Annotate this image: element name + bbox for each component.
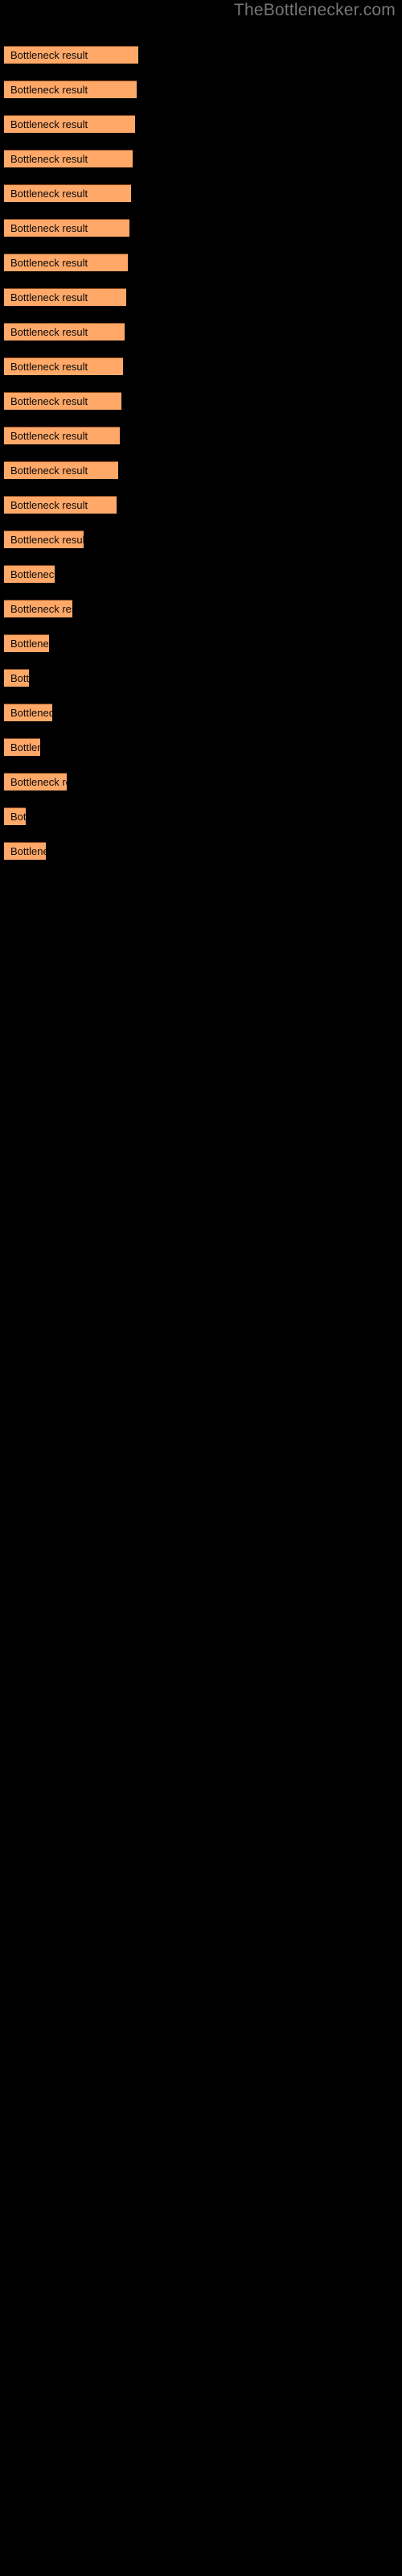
- bar-clip: Bottleneck result: [4, 530, 84, 548]
- bar[interactable]: [4, 773, 67, 791]
- bar[interactable]: [4, 600, 72, 617]
- bar[interactable]: [4, 254, 128, 271]
- bar-clip: Bottleneck result: [4, 704, 52, 721]
- bar-clip: Bottleneck result: [4, 842, 46, 860]
- bar-clip: Bottleneck result: [4, 254, 128, 271]
- bar[interactable]: [4, 219, 129, 237]
- bar-clip: Bottleneck result: [4, 669, 29, 687]
- bar[interactable]: [4, 46, 138, 64]
- bar-clip: Bottleneck result: [4, 427, 120, 444]
- bar[interactable]: [4, 184, 131, 202]
- bar-clip: Bottleneck result: [4, 496, 117, 514]
- bar[interactable]: [4, 392, 121, 410]
- bar[interactable]: [4, 496, 117, 514]
- bar[interactable]: [4, 288, 126, 306]
- bar-clip: Bottleneck result: [4, 46, 138, 64]
- bar[interactable]: [4, 565, 55, 583]
- bar[interactable]: [4, 323, 125, 341]
- bar-clip: Bottleneck result: [4, 150, 133, 167]
- bar-clip: Bottleneck result: [4, 80, 137, 98]
- bar-clip: Bottleneck result: [4, 634, 49, 652]
- bar-clip: Bottleneck result: [4, 323, 125, 341]
- bar[interactable]: [4, 807, 26, 825]
- bar-clip: Bottleneck result: [4, 288, 126, 306]
- bar[interactable]: [4, 842, 46, 860]
- bar[interactable]: [4, 115, 135, 133]
- bar-clip: Bottleneck result: [4, 738, 40, 756]
- bar[interactable]: [4, 427, 120, 444]
- bar[interactable]: [4, 461, 118, 479]
- bars-layer: Bottleneck result Bottleneck result Bottle…: [0, 0, 402, 2576]
- bar[interactable]: [4, 150, 133, 167]
- bar-clip: Bottleneck result: [4, 392, 121, 410]
- bar-clip: Bottleneck result: [4, 184, 131, 202]
- bar[interactable]: [4, 669, 29, 687]
- bar[interactable]: [4, 738, 40, 756]
- bottleneck-bar-chart: TheBottlenecker.com Bottleneck result Bot…: [0, 0, 402, 2576]
- bar-clip: Bottleneck result: [4, 600, 72, 617]
- bar[interactable]: [4, 530, 84, 548]
- bar-clip: Bottleneck result: [4, 115, 135, 133]
- bar[interactable]: [4, 634, 49, 652]
- bar-clip: Bottleneck result: [4, 565, 55, 583]
- bar[interactable]: [4, 704, 52, 721]
- bar[interactable]: [4, 80, 137, 98]
- bar-clip: Bottleneck result: [4, 807, 26, 825]
- bar-clip: Bottleneck result: [4, 219, 129, 237]
- bar-clip: Bottleneck result: [4, 357, 123, 375]
- bar-clip: Bottleneck result: [4, 461, 118, 479]
- bar[interactable]: [4, 357, 123, 375]
- bar-clip: Bottleneck result: [4, 773, 67, 791]
